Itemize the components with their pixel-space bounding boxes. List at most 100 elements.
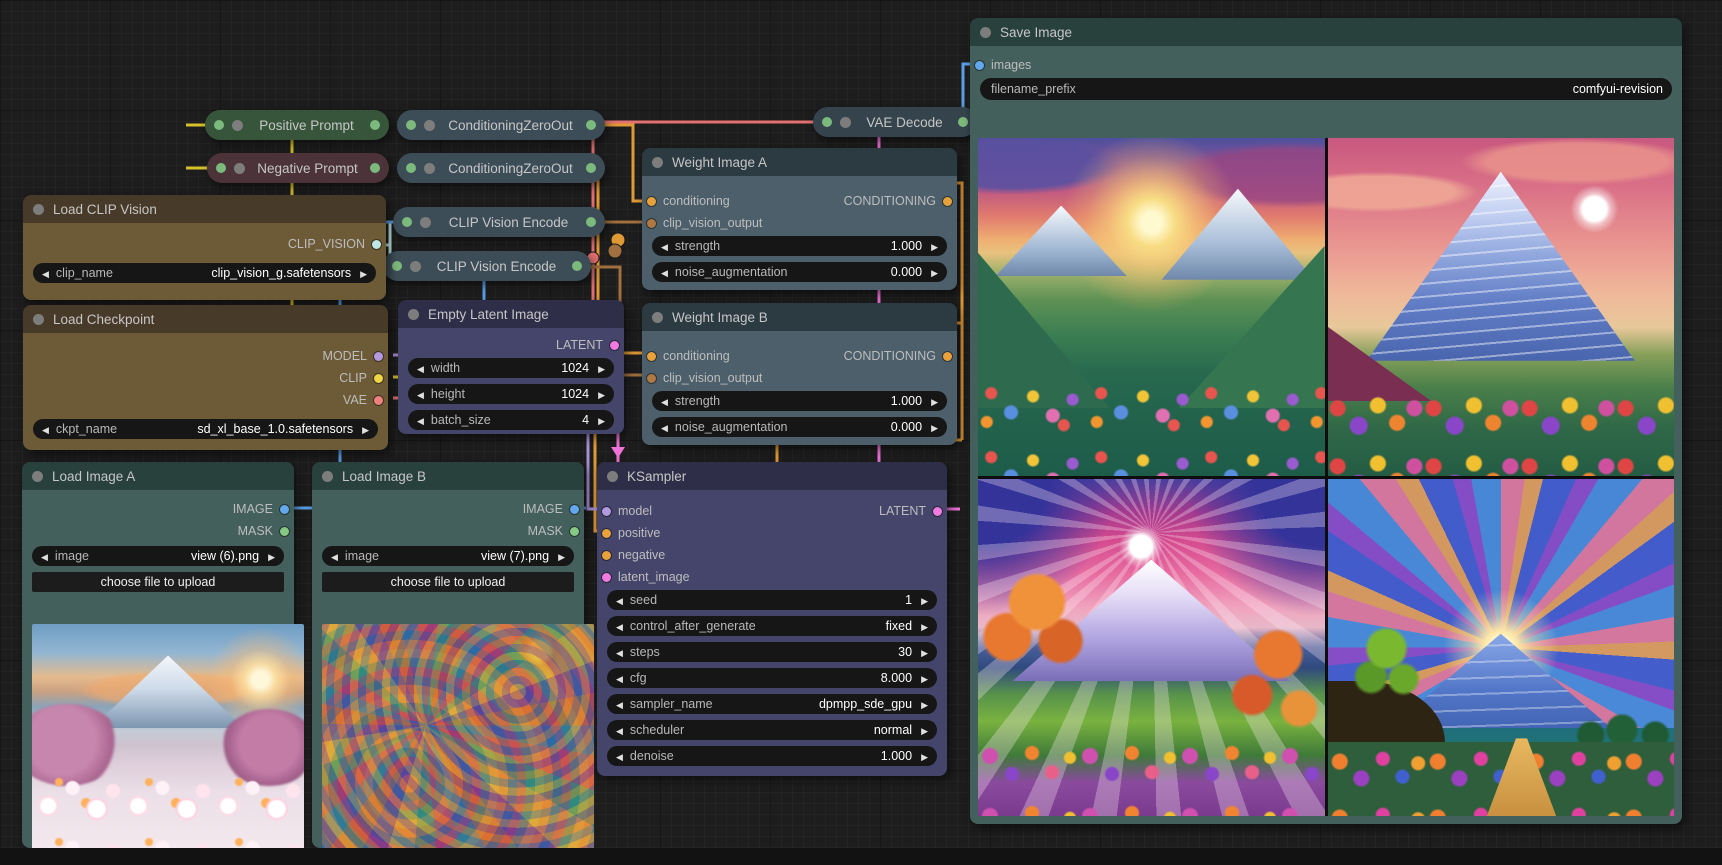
image-output-dot[interactable]: [280, 505, 289, 514]
node-load-image-a[interactable]: Load Image A IMAGE MASK image view (6).p…: [22, 462, 294, 848]
node-save-image[interactable]: Save Image images filename_prefix comfyu…: [970, 18, 1682, 824]
node-header[interactable]: Load Image A: [22, 462, 294, 490]
increment-arrow-icon[interactable]: [362, 422, 369, 436]
clip-output-dot[interactable]: [374, 374, 383, 383]
positive-input-dot[interactable]: [602, 529, 611, 538]
input-slot-images[interactable]: images: [975, 56, 1031, 74]
sampler-name-widget[interactable]: sampler_name dpmpp_sde_gpu: [607, 694, 937, 714]
clip-vision-output-dot[interactable]: [372, 240, 381, 249]
increment-arrow-icon[interactable]: [921, 671, 928, 685]
increment-arrow-icon[interactable]: [931, 394, 938, 408]
vae-output-dot[interactable]: [374, 396, 383, 405]
output-slot-latent[interactable]: LATENT: [879, 502, 942, 520]
steps-widget[interactable]: steps 30: [607, 642, 937, 662]
collapse-dot[interactable]: [33, 314, 44, 325]
decrement-arrow-icon[interactable]: [661, 394, 668, 408]
output-slot-image[interactable]: IMAGE: [233, 500, 289, 518]
latent-image-input-dot[interactable]: [602, 573, 611, 582]
images-input-dot[interactable]: [975, 61, 984, 70]
input-slot-conditioning[interactable]: conditioning: [647, 347, 730, 365]
latent-output-dot[interactable]: [610, 341, 619, 350]
node-header[interactable]: Load Image B: [312, 462, 584, 490]
increment-arrow-icon[interactable]: [598, 361, 605, 375]
image-preview-b[interactable]: [322, 624, 594, 865]
choose-file-button[interactable]: choose file to upload: [32, 572, 284, 592]
decrement-arrow-icon[interactable]: [331, 549, 338, 563]
batch-size-widget[interactable]: batch_size 4: [408, 410, 614, 430]
decrement-arrow-icon[interactable]: [41, 549, 48, 563]
clip-vision-output-input-dot[interactable]: [647, 219, 656, 228]
image-output-dot[interactable]: [570, 505, 579, 514]
collapse-dot[interactable]: [32, 471, 43, 482]
node-conditioning-zero-out-1[interactable]: ConditioningZeroOut: [397, 110, 605, 140]
collapse-dot[interactable]: [607, 471, 618, 482]
noise-augmentation-widget[interactable]: noise_augmentation 0.000: [652, 262, 947, 282]
decrement-arrow-icon[interactable]: [42, 422, 49, 436]
collapse-dot[interactable]: [840, 117, 851, 128]
node-header[interactable]: Empty Latent Image: [398, 300, 624, 328]
node-header[interactable]: Load Checkpoint: [23, 305, 388, 333]
strength-widget[interactable]: strength 1.000: [652, 236, 947, 256]
collapse-dot[interactable]: [322, 471, 333, 482]
increment-arrow-icon[interactable]: [921, 749, 928, 763]
input-slot-latent-image[interactable]: latent_image: [602, 568, 690, 586]
increment-arrow-icon[interactable]: [598, 413, 605, 427]
collapse-dot[interactable]: [424, 120, 435, 131]
collapse-dot[interactable]: [424, 163, 435, 174]
generated-image-3[interactable]: [978, 479, 1325, 817]
strength-widget[interactable]: strength 1.000: [652, 391, 947, 411]
conditioning-input-dot[interactable]: [647, 197, 656, 206]
decrement-arrow-icon[interactable]: [42, 266, 49, 280]
output-slot-vae[interactable]: VAE: [343, 391, 383, 409]
increment-arrow-icon[interactable]: [598, 387, 605, 401]
height-widget[interactable]: height 1024: [408, 384, 614, 404]
output-slot-conditioning[interactable]: CONDITIONING: [844, 192, 952, 210]
increment-arrow-icon[interactable]: [931, 420, 938, 434]
mask-output-dot[interactable]: [570, 527, 579, 536]
decrement-arrow-icon[interactable]: [661, 420, 668, 434]
control-after-generate-widget[interactable]: control_after_generate fixed: [607, 616, 937, 636]
generated-image-1[interactable]: [978, 138, 1325, 476]
collapse-dot[interactable]: [234, 163, 245, 174]
node-empty-latent-image[interactable]: Empty Latent Image LATENT width 1024 hei…: [398, 300, 624, 434]
output-slot-clip[interactable]: CLIP: [339, 369, 383, 387]
node-negative-prompt[interactable]: Negative Prompt: [207, 153, 389, 183]
node-ksampler[interactable]: KSampler model LATENT positive negative …: [597, 462, 947, 776]
node-conditioning-zero-out-2[interactable]: ConditioningZeroOut: [397, 153, 605, 183]
output-slot-image[interactable]: IMAGE: [523, 500, 579, 518]
output-slot-mask[interactable]: MASK: [238, 522, 289, 540]
decrement-arrow-icon[interactable]: [616, 671, 623, 685]
node-positive-prompt[interactable]: Positive Prompt: [205, 110, 389, 140]
node-graph-canvas[interactable]: Positive Prompt Negative Prompt Conditio…: [0, 0, 1722, 865]
input-slot-negative[interactable]: negative: [602, 546, 665, 564]
increment-arrow-icon[interactable]: [921, 645, 928, 659]
clip-vision-output-input-dot[interactable]: [647, 374, 656, 383]
collapse-dot[interactable]: [652, 312, 663, 323]
increment-arrow-icon[interactable]: [268, 549, 275, 563]
node-header[interactable]: KSampler: [597, 462, 947, 490]
increment-arrow-icon[interactable]: [360, 266, 367, 280]
output-slot-mask[interactable]: MASK: [528, 522, 579, 540]
node-header[interactable]: Weight Image A: [642, 148, 957, 176]
decrement-arrow-icon[interactable]: [616, 619, 623, 633]
model-input-dot[interactable]: [602, 507, 611, 516]
node-header[interactable]: Load CLIP Vision: [23, 195, 386, 223]
decrement-arrow-icon[interactable]: [417, 361, 424, 375]
input-slot-conditioning[interactable]: conditioning: [647, 192, 730, 210]
generated-image-4[interactable]: [1328, 479, 1675, 817]
node-load-clip-vision[interactable]: Load CLIP Vision CLIP_VISION clip_name c…: [23, 195, 386, 300]
input-slot-clip-vision-output[interactable]: clip_vision_output: [647, 369, 762, 387]
decrement-arrow-icon[interactable]: [616, 723, 623, 737]
image-preview-a[interactable]: [32, 624, 304, 865]
ckpt-name-widget[interactable]: ckpt_name sd_xl_base_1.0.safetensors: [33, 419, 378, 439]
decrement-arrow-icon[interactable]: [661, 265, 668, 279]
collapse-dot[interactable]: [420, 217, 431, 228]
choose-file-button[interactable]: choose file to upload: [322, 572, 574, 592]
image-widget[interactable]: image view (6).png: [32, 546, 284, 566]
increment-arrow-icon[interactable]: [921, 593, 928, 607]
conditioning-input-dot[interactable]: [647, 352, 656, 361]
decrement-arrow-icon[interactable]: [616, 645, 623, 659]
collapse-dot[interactable]: [232, 120, 243, 131]
increment-arrow-icon[interactable]: [921, 619, 928, 633]
node-weight-image-a[interactable]: Weight Image A conditioning CONDITIONING…: [642, 148, 957, 290]
